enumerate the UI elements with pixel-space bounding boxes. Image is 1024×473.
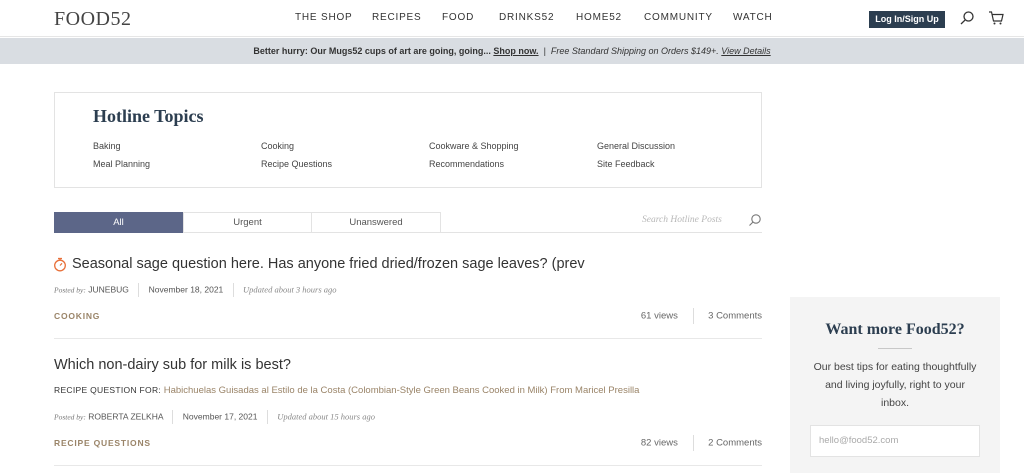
topic-recipe-questions[interactable]: Recipe Questions — [261, 159, 332, 169]
topic-recommendations[interactable]: Recommendations — [429, 159, 504, 169]
topic-cookware-shopping[interactable]: Cookware & Shopping — [429, 141, 519, 151]
post-divider — [54, 338, 762, 339]
newsletter-text: Our best tips for eating thoughtfully an… — [813, 361, 977, 409]
post-category[interactable]: RECIPE QUESTIONS — [54, 438, 151, 448]
post-divider — [54, 465, 762, 466]
meta-divider — [266, 410, 268, 424]
cart-icon[interactable] — [988, 10, 1004, 26]
recipe-question-label: RECIPE QUESTION FOR: — [54, 385, 162, 395]
post-comments[interactable]: 3 Comments — [708, 311, 762, 322]
hotline-search-input[interactable]: Search Hotline Posts — [642, 215, 722, 225]
login-signup-button[interactable]: Log In/Sign Up — [869, 11, 945, 28]
shop-now-link[interactable]: Shop now. — [493, 46, 538, 56]
meta-divider — [172, 410, 174, 424]
urgent-timer-icon — [54, 257, 66, 272]
shipping-text: Free Standard Shipping on Orders $149+. — [550, 46, 719, 56]
promo-lead: Better hurry: Our Mugs52 cups of art are… — [253, 46, 491, 56]
recipe-question-for: RECIPE QUESTION FOR: Habichuelas Guisada… — [54, 385, 639, 396]
promo-separator: | — [543, 46, 546, 56]
post-author[interactable]: JUNEBUG — [88, 284, 129, 294]
newsletter-rule — [878, 348, 912, 349]
search-underline — [440, 232, 762, 233]
post-author[interactable]: ROBERTA ZELKHA — [88, 411, 163, 421]
post-views: 82 views — [640, 437, 678, 449]
newsletter-title: Want more Food52? — [825, 321, 965, 338]
nav-drinks52[interactable]: DRINKS52 — [499, 12, 554, 23]
view-details-link[interactable]: View Details — [721, 46, 770, 56]
tab-urgent[interactable]: Urgent — [183, 212, 312, 233]
post-title[interactable]: Seasonal sage question here. Has anyone … — [72, 256, 585, 272]
post-date: November 18, 2021 — [148, 284, 224, 295]
topic-cooking[interactable]: Cooking — [261, 141, 294, 151]
meta-divider — [232, 283, 234, 297]
post-meta: Posted by: JUNEBUG November 18, 2021 Upd… — [54, 283, 337, 297]
search-icon[interactable] — [959, 10, 975, 26]
nav-community[interactable]: COMMUNITY — [644, 12, 713, 23]
post-title[interactable]: Which non-dairy sub for milk is best? — [54, 357, 291, 373]
post-category[interactable]: COOKING — [54, 311, 100, 321]
post-updated: Updated about 15 hours ago — [277, 411, 375, 422]
hotline-search-icon[interactable] — [748, 213, 762, 227]
nav-watch[interactable]: WATCH — [733, 12, 773, 23]
recipe-link[interactable]: Habichuelas Guisadas al Estilo de la Cos… — [164, 385, 640, 396]
topic-meal-planning[interactable]: Meal Planning — [93, 159, 150, 169]
post-views: 61 views — [640, 310, 678, 322]
stats-divider — [692, 308, 694, 324]
post-comments[interactable]: 2 Comments — [708, 438, 762, 449]
post-date: November 17, 2021 — [182, 411, 258, 422]
posted-by-label: Posted by: — [54, 285, 86, 295]
stats-divider — [692, 435, 694, 451]
post-meta: Posted by: ROBERTA ZELKHA November 17, 2… — [54, 410, 375, 424]
posted-by-label: Posted by: — [54, 412, 86, 422]
post-stats: 61 views 3 Comments — [641, 308, 762, 324]
hotline-topics-title: Hotline Topics — [93, 106, 204, 126]
newsletter-email-input[interactable]: hello@food52.com — [810, 425, 980, 457]
topic-baking[interactable]: Baking — [93, 141, 121, 151]
nav-home52[interactable]: HOME52 — [576, 12, 622, 23]
nav-the-shop[interactable]: THE SHOP — [295, 12, 353, 23]
promo-bar: Better hurry: Our Mugs52 cups of art are… — [0, 38, 1024, 64]
logo[interactable]: FOOD52 — [54, 8, 131, 31]
tab-all[interactable]: All — [54, 212, 183, 233]
nav-recipes[interactable]: RECIPES — [372, 12, 422, 23]
post-updated: Updated about 3 hours ago — [243, 284, 337, 295]
site-header: FOOD52 THE SHOP RECIPES FOOD DRINKS52 HO… — [0, 0, 1024, 37]
topic-general-discussion[interactable]: General Discussion — [597, 141, 675, 151]
meta-divider — [138, 283, 140, 297]
topic-site-feedback[interactable]: Site Feedback — [597, 159, 655, 169]
tab-unanswered[interactable]: Unanswered — [311, 212, 441, 233]
hotline-topics-box: Hotline Topics Baking Cooking Cookware &… — [54, 92, 762, 188]
post-stats: 82 views 2 Comments — [641, 435, 762, 451]
nav-food[interactable]: FOOD — [442, 12, 474, 23]
newsletter-sidebar: Want more Food52? Our best tips for eati… — [790, 297, 1000, 473]
